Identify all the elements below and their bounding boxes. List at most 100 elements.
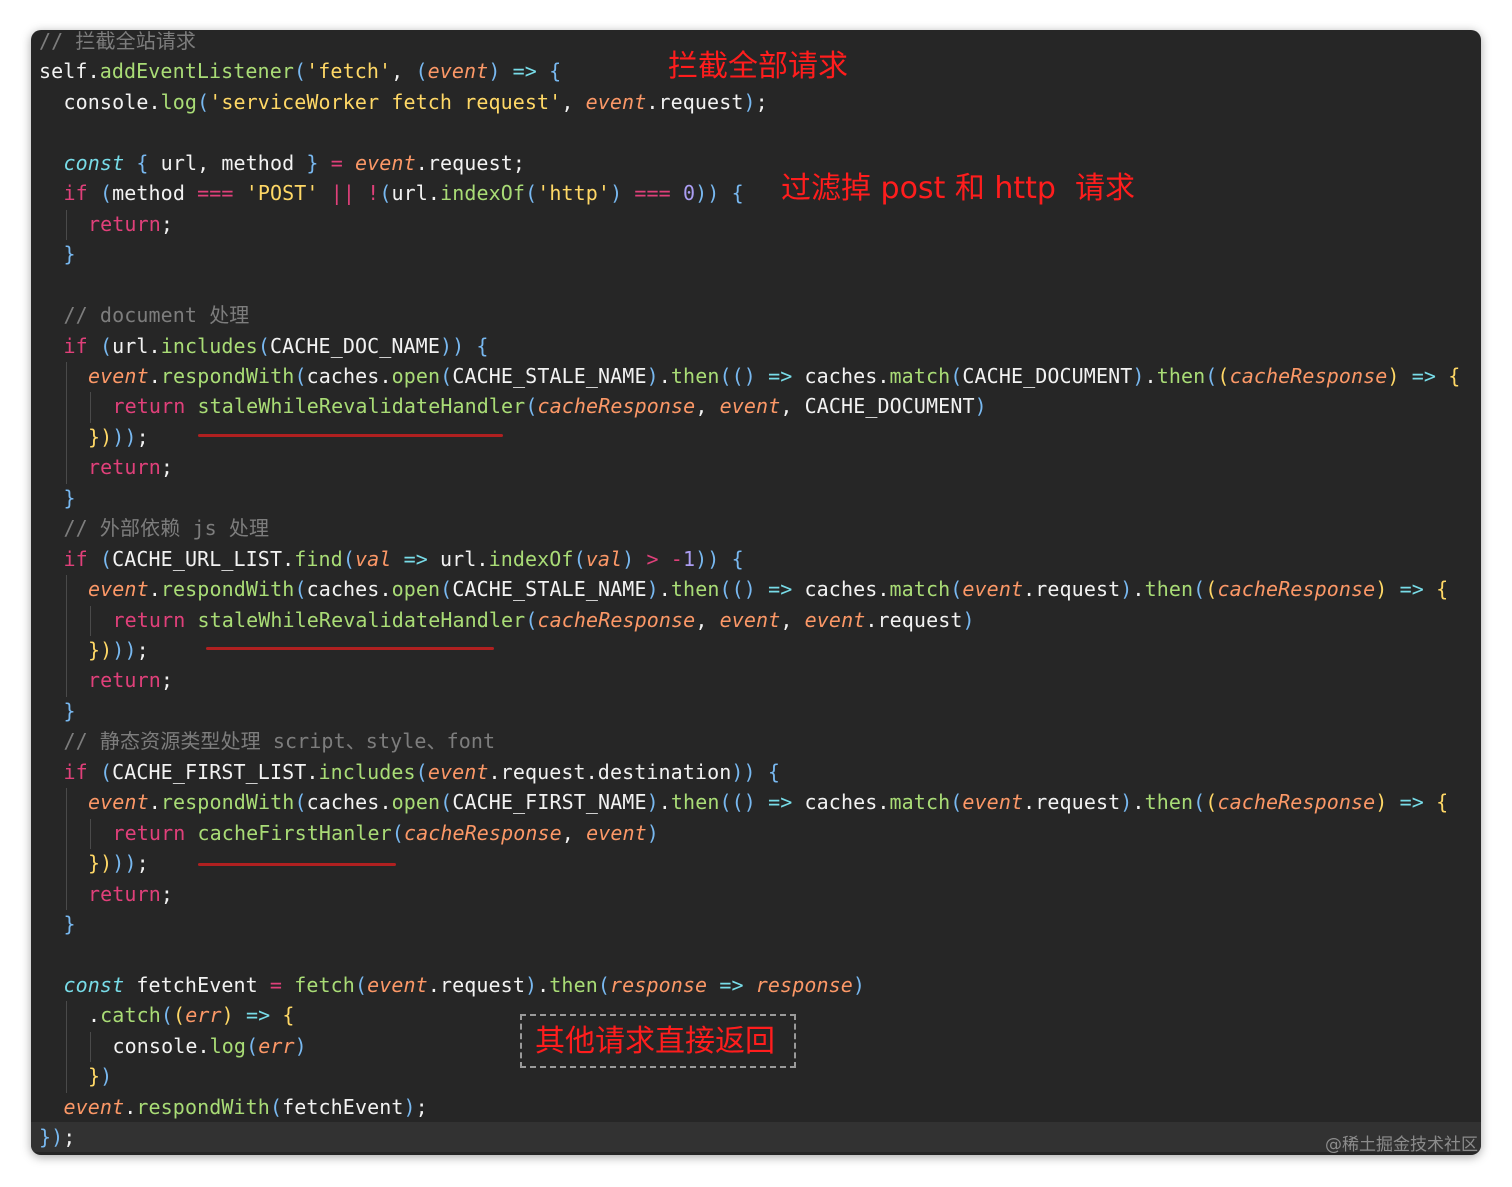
code-line: // 外部依赖 js 处理 [64,513,270,543]
code-line: .catch((err) => { [88,1000,295,1030]
code-token: ( [1205,363,1218,388]
code-area[interactable]: // 拦截全站请求 self.addEventListener('fetch', … [31,30,1481,1155]
code-line: return; [88,665,173,695]
code-line: }); [39,1122,75,1152]
code-token: cacheResponse [1229,363,1388,388]
code-token: (() [719,363,756,388]
code-token: url, method [148,150,307,175]
code-token: ( [294,577,307,602]
code-token: { [282,1003,295,1028]
code-token: ; [136,424,149,449]
code-token: ; [160,668,174,693]
code-token: return [88,455,161,480]
code-token: = [269,972,283,997]
code-token: === [197,181,234,206]
code-line: }))); [88,422,149,452]
code-token: } [63,485,76,510]
code-token: { [476,333,489,358]
code-token: . [1144,363,1157,388]
code-line: } [64,483,76,513]
code-token: console. [63,89,161,114]
code-token: then [1144,790,1194,815]
code-token: ) [1375,577,1388,602]
code-token: if [63,546,88,571]
code-token: ; [415,1094,428,1119]
code-token: , [561,89,586,114]
code-token: url. [112,333,161,358]
indent-guide [90,392,91,423]
code-token: ( [525,607,538,632]
code-token: ) [294,1033,307,1058]
code-token: cacheResponse [403,820,562,845]
indent-guide [65,1001,67,1032]
code-token: url. [427,546,489,571]
code-token: ( [99,759,113,784]
code-token: CACHE_FIRST_LIST. [112,759,319,784]
code-token: . [537,972,550,997]
indent-guide [65,392,67,423]
code-token: ( [1193,790,1206,815]
code-token: ( [173,1003,186,1028]
code-token: )) [695,181,720,206]
code-token: then [670,790,720,815]
code-token: then [1156,363,1206,388]
code-token: fetchEvent [282,1094,404,1119]
code-token: ( [1205,577,1218,602]
code-token: open [391,363,441,388]
annotation-return-others: 其他请求直接返回 [535,1024,775,1059]
code-token: ) [488,59,501,84]
code-line: } [64,909,76,939]
code-token: ( [342,546,355,571]
code-token: }) [88,424,113,449]
code-token: err [185,1003,222,1028]
underline-doc-handler [198,434,503,437]
code-token: . [658,363,671,388]
code-token: caches. [306,790,392,815]
indent-guide [90,605,91,636]
code-token: return [88,211,161,236]
code-token: ; [136,851,149,876]
code-token: ( [950,577,963,602]
code-token: ) [1132,363,1145,388]
code-editor-window: // 拦截全站请求 self.addEventListener('fetch', … [31,30,1481,1155]
code-token: event [586,820,647,845]
code-token: cacheResponse [1217,790,1376,815]
code-token: ; [136,638,149,662]
code-token: . [148,363,161,388]
code-token: event [88,577,149,602]
code-token: }) [88,638,113,662]
code-token: . [1132,577,1145,602]
code-token: )) [695,546,720,571]
underline-js-handler [206,647,494,650]
code-token: ) [1375,790,1388,815]
code-token: event [88,790,149,815]
indent-guide [65,209,67,241]
code-token: addEventListener [99,59,294,84]
code-token: ) [100,1064,113,1089]
code-line: console.log(err) [113,1031,307,1061]
code-line: }) [88,1061,112,1091]
code-line: self.addEventListener('fetch', (event) =… [39,56,561,86]
code-token: { [731,546,744,571]
underline-cachefirst-handler [198,863,396,866]
code-token: response [610,972,708,997]
code-token: val [354,546,392,571]
indent-guide [90,818,91,850]
code-token: log [209,1033,247,1058]
code-token: = [330,150,343,175]
code-token: ( [440,577,453,602]
code-line: event.respondWith(caches.open(CACHE_FIRS… [88,787,1448,817]
code-token: . [658,790,671,815]
indent-guide [65,422,67,454]
code-token: respondWith [160,790,295,815]
